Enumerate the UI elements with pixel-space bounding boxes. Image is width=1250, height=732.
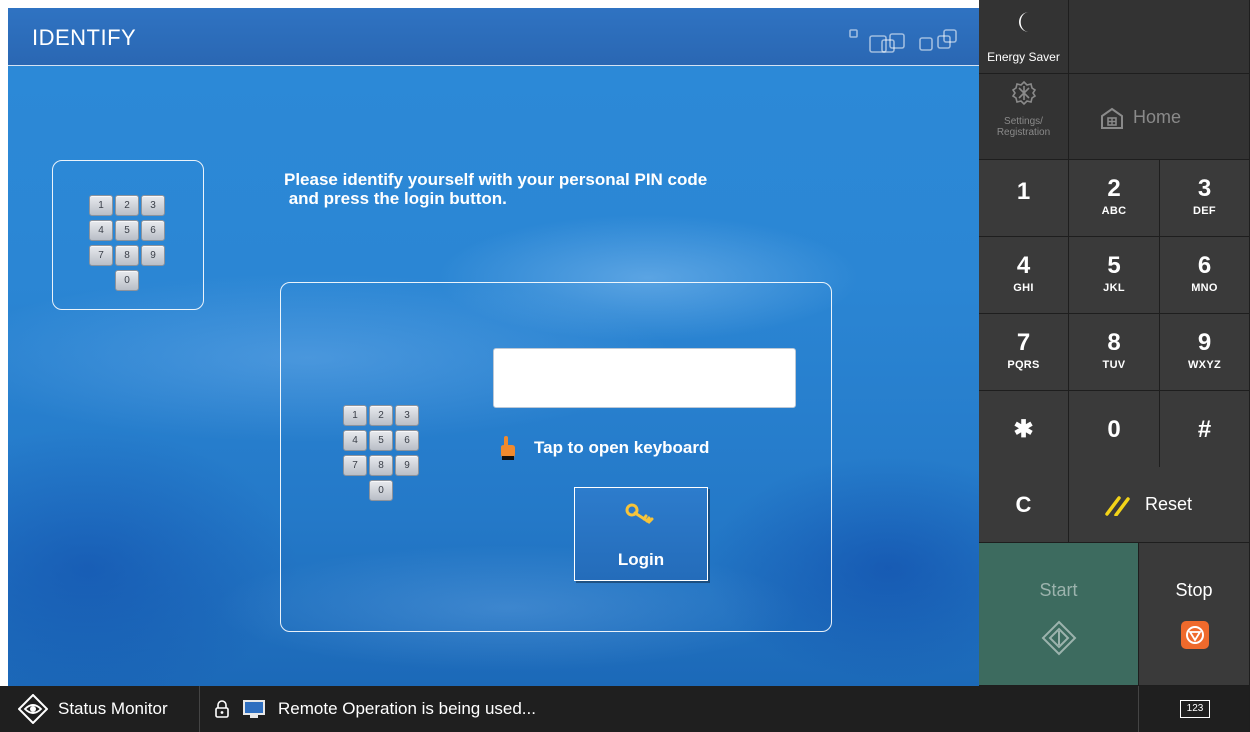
open-keyboard-hint[interactable]: Tap to open keyboard: [498, 435, 709, 461]
keypad-key-5[interactable]: JKL 5: [1069, 237, 1160, 314]
keypad-key-digit: 0: [1107, 416, 1121, 443]
keypad-illustration-key: 1: [343, 405, 367, 426]
settings-registration-button[interactable]: Settings/ Registration: [979, 74, 1069, 160]
stop-icon: [1181, 621, 1209, 649]
status-monitor-button[interactable]: Status Monitor: [0, 686, 200, 732]
login-button[interactable]: Login: [574, 487, 708, 581]
blank-top-key: [1069, 0, 1250, 74]
keypad-key-letters: MNO: [1191, 282, 1218, 294]
title-bar: IDENTIFY: [8, 8, 979, 66]
keypad-illustration-key: 3: [141, 195, 165, 216]
key-icon: [625, 503, 654, 524]
keypad-key-digit: #: [1197, 416, 1212, 443]
keypad-key-4[interactable]: GHI 4: [979, 237, 1069, 314]
start-diamond-icon: [1041, 620, 1077, 656]
keypad-illustration-key: 5: [369, 430, 393, 451]
keypad-key-letters: TUV: [1102, 359, 1126, 371]
keypad-illustration-key: 4: [89, 220, 113, 241]
keypad-key-letters: GHI: [1013, 282, 1034, 294]
keypad-key-digit: 8: [1107, 329, 1121, 356]
keypad-illustration-key: 5: [115, 220, 139, 241]
keypad-illustration-key: 1: [89, 195, 113, 216]
keypad-key-6[interactable]: MNO 6: [1160, 237, 1250, 314]
reset-label: Reset: [1145, 494, 1193, 514]
keypad-key-letters: PQRS: [1007, 359, 1040, 371]
keypad-illustration-key: 6: [141, 220, 165, 241]
keypad-key-2[interactable]: ABC 2: [1069, 160, 1160, 237]
clear-button[interactable]: C: [979, 467, 1069, 543]
start-button[interactable]: Start: [979, 543, 1139, 686]
status-message: Remote Operation is being used...: [278, 699, 536, 718]
stop-label: Stop: [1175, 580, 1213, 600]
keypad-illustration-key: 8: [369, 455, 393, 476]
keypad-illustration-key: 0: [115, 270, 139, 291]
pointing-hand-icon: [501, 436, 515, 460]
main-screen: IDENTIFY 1234567890 Please identify your…: [8, 8, 979, 686]
keypad-illustration-key: 3: [395, 405, 419, 426]
keypad-illustration-key: 7: [89, 245, 113, 266]
keypad-illustration-key: 2: [369, 405, 393, 426]
keypad-key-0[interactable]: 0: [1069, 391, 1160, 468]
reset-button[interactable]: Reset: [1069, 467, 1250, 543]
login-label: Login: [617, 550, 665, 569]
keypad-illustration-key: 6: [395, 430, 419, 451]
page-title: IDENTIFY: [32, 25, 137, 50]
window-squares-decoration-icon: [849, 29, 957, 53]
keypad-key-letters: ABC: [1101, 205, 1127, 217]
keypad-key-letters: DEF: [1193, 205, 1216, 217]
open-keyboard-label: Tap to open keyboard: [534, 438, 710, 457]
hardware-keypad-panel: Energy Saver Settings/ Registration Home…: [979, 0, 1250, 732]
status-bar: Status Monitor Remote Operation is being…: [0, 686, 979, 732]
keypad-key-digit: 3: [1197, 175, 1212, 202]
keypad-key-digit: 7: [1016, 329, 1031, 356]
clear-label: C: [1015, 492, 1032, 517]
keypad-key-digit: 2: [1107, 175, 1121, 202]
keypad-key-hash[interactable]: #: [1160, 391, 1250, 468]
keypad-illustration-key: 9: [141, 245, 165, 266]
keypad-key-digit: 6: [1197, 252, 1212, 279]
keypad-key-3[interactable]: DEF 3: [1160, 160, 1250, 237]
home-label: Home: [1133, 107, 1182, 127]
home-icon: [1101, 107, 1123, 129]
energy-saver-button[interactable]: Energy Saver: [979, 0, 1069, 74]
keypad-key-digit: 4: [1016, 252, 1031, 279]
keypad-key-8[interactable]: TUV 8: [1069, 314, 1160, 391]
instruction-text: Please identify yourself with your perso…: [284, 170, 708, 208]
keypad-key-7[interactable]: PQRS 7: [979, 314, 1069, 391]
pin-input[interactable]: [493, 348, 796, 408]
keypad-key-digit: 9: [1197, 329, 1212, 356]
lock-icon: [215, 700, 229, 718]
status-monitor-label: Status Monitor: [58, 699, 168, 718]
keypad-illustration-key: 4: [343, 430, 367, 451]
keypad-key-digit: 5: [1107, 252, 1121, 279]
keypad-key-digit: 1: [1016, 178, 1031, 205]
monitor-icon: [243, 700, 265, 718]
keypad-illustration-key: 2: [115, 195, 139, 216]
pin-pad-illustration-frame: 123 456 7890: [52, 160, 204, 310]
keypad-key-1[interactable]: 1: [979, 160, 1069, 237]
keypad-key-digit: ✱: [1013, 416, 1034, 443]
keypad-key-letters: JKL: [1103, 282, 1125, 294]
keypad-key-letters: WXYZ: [1188, 359, 1221, 371]
eye-diamond-icon: [18, 694, 48, 724]
input-mode-label: 123: [1180, 700, 1210, 718]
moon-icon: [1019, 12, 1029, 32]
start-label: Start: [1039, 580, 1078, 600]
keypad-illustration-key: 0: [369, 480, 393, 501]
blank-bottom-key: [979, 686, 1139, 732]
keypad-illustration-key: 7: [343, 455, 367, 476]
home-button[interactable]: Home: [1069, 74, 1250, 160]
settings-label: Settings/ Registration: [996, 116, 1051, 138]
keypad-key-9[interactable]: WXYZ 9: [1160, 314, 1250, 391]
energy-saver-label: Energy Saver: [987, 50, 1060, 64]
gear-icon: [1011, 80, 1037, 106]
keypad-illustration-key: 8: [115, 245, 139, 266]
reset-slash-icon: [1105, 496, 1130, 516]
keypad-illustration-key: 9: [395, 455, 419, 476]
keypad-key-asterisk[interactable]: ✱: [979, 391, 1069, 468]
stop-button[interactable]: Stop: [1139, 543, 1250, 686]
input-mode-button[interactable]: 123: [1139, 686, 1250, 732]
